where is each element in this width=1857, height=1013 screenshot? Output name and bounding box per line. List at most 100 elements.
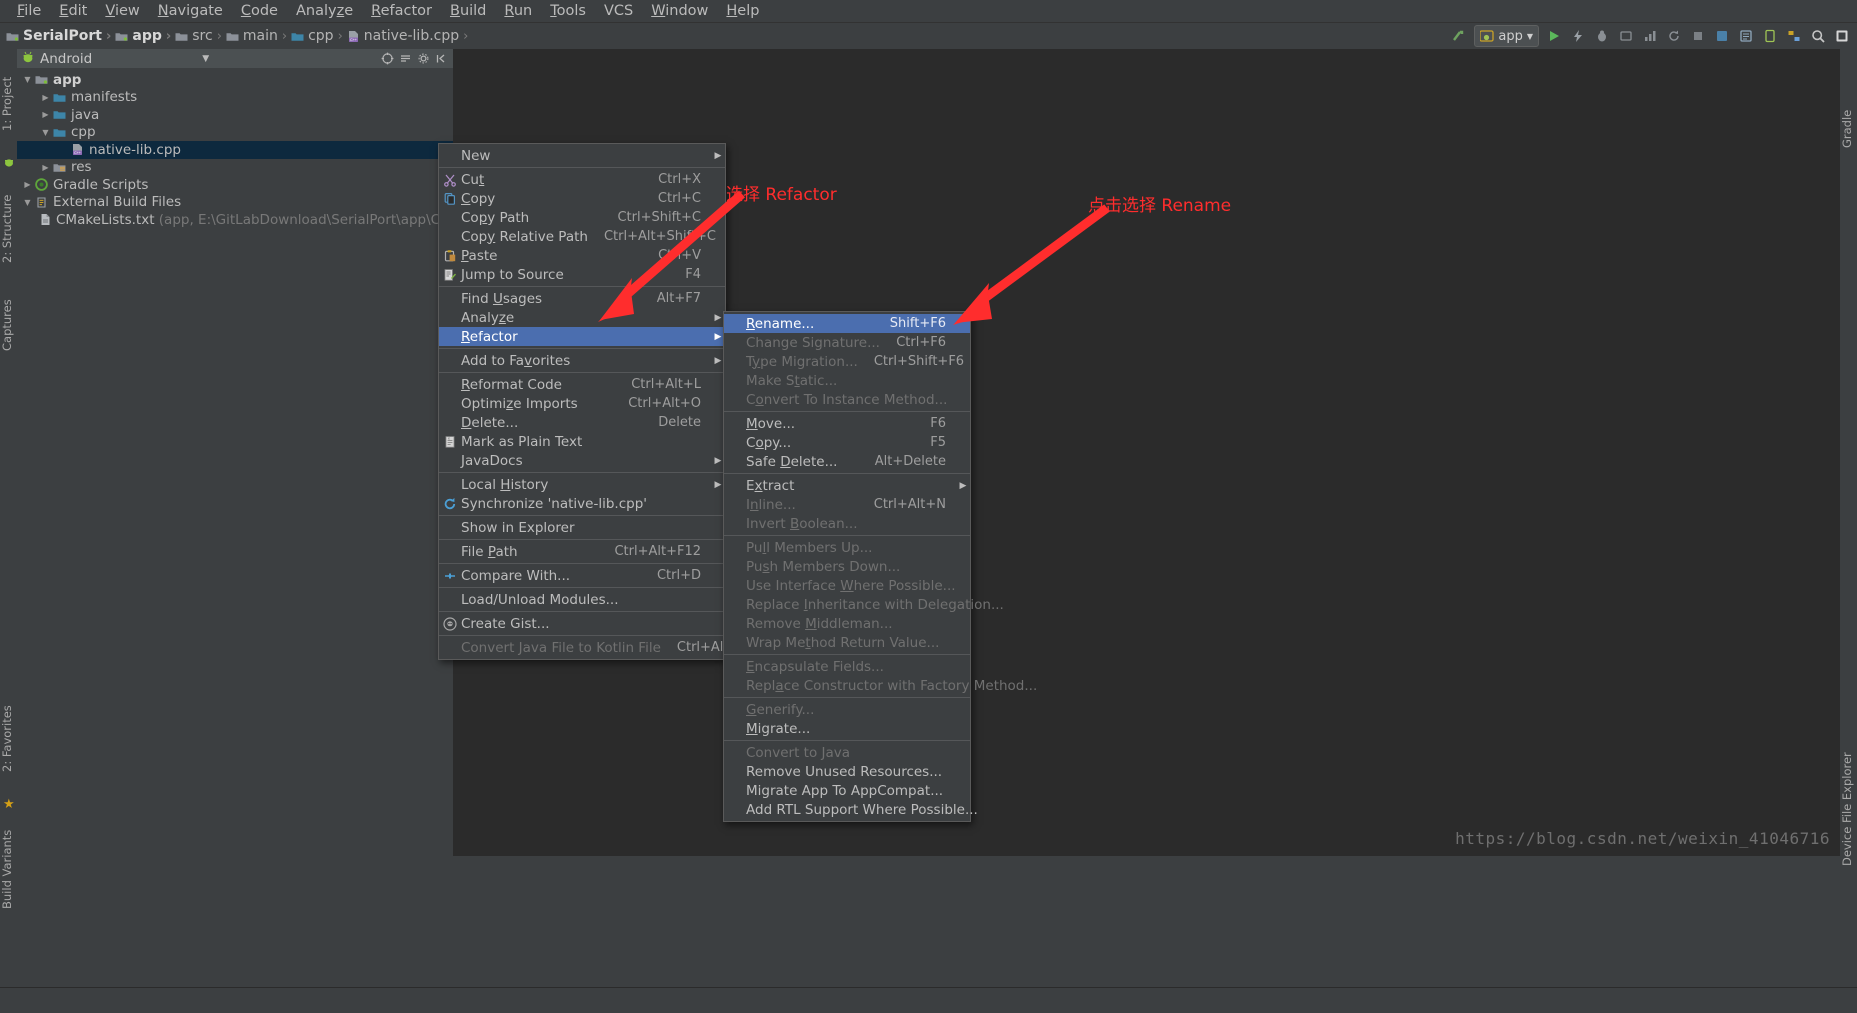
debug-icon[interactable] — [1593, 27, 1611, 45]
watermark-text: https://blog.csdn.net/weixin_41046716 — [1455, 829, 1830, 848]
breadcrumb-item-cpp[interactable]: cpp › — [291, 28, 347, 44]
menu-edit[interactable]: Edit — [50, 1, 96, 21]
menu-item-safe-delete[interactable]: Safe Delete... Alt+Delete — [724, 452, 970, 471]
menu-item-label: Delete... — [461, 414, 519, 431]
breadcrumb-item-main[interactable]: main › — [226, 28, 291, 44]
menu-item-extract[interactable]: Extract ▶ — [724, 476, 970, 495]
tree-node-external-build-files[interactable]: ▼ External Build Files — [17, 194, 453, 212]
tree-node-native-lib-cpp[interactable]: C++ native-lib.cpp — [17, 141, 453, 159]
layout-inspector-icon[interactable] — [1833, 27, 1851, 45]
menu-item-new[interactable]: New ▶ — [439, 146, 725, 165]
menu-code[interactable]: Code — [232, 1, 287, 21]
menu-item-create-gist[interactable]: Create Gist... — [439, 614, 725, 633]
android-monitor-icon[interactable] — [1713, 27, 1731, 45]
menu-item-file-path[interactable]: File Path Ctrl+Alt+F12 — [439, 542, 725, 561]
hide-panel-icon[interactable] — [433, 51, 449, 67]
menu-item-reformat-code[interactable]: Reformat Code Ctrl+Alt+L — [439, 375, 725, 394]
rail-item-structure[interactable]: 2: Structure — [0, 179, 17, 279]
left-tool-window-rail: 1: Project 2: Structure Captures 2: Favo… — [0, 49, 18, 909]
breadcrumb-item-native-lib-cpp[interactable]: C++ native-lib.cpp › — [347, 28, 473, 44]
tree-node-cmakelists-txt[interactable]: CMakeLists.txt (app, E:\GitLabDownload\S… — [17, 211, 534, 229]
menu-file[interactable]: File — [8, 1, 50, 21]
menu-item-migrate-app-to-appcompat[interactable]: Migrate App To AppCompat... — [724, 781, 970, 800]
menu-item-show-in-explorer[interactable]: Show in Explorer — [439, 518, 725, 537]
expand-toggle-icon[interactable]: ▼ — [21, 198, 34, 207]
menu-item-find-usages[interactable]: Find Usages Alt+F7 — [439, 289, 725, 308]
menu-item-copy[interactable]: Copy... F5 — [724, 433, 970, 452]
expand-toggle-icon[interactable]: ▶ — [39, 110, 52, 119]
collapse-all-icon[interactable] — [397, 51, 413, 67]
expand-toggle-icon[interactable]: ▶ — [39, 163, 52, 172]
menu-item-copy-path[interactable]: Copy Path Ctrl+Shift+C — [439, 208, 725, 227]
profile-icon[interactable] — [1641, 27, 1659, 45]
target-icon[interactable] — [379, 51, 395, 67]
menu-item-javadocs[interactable]: JavaDocs ▶ — [439, 451, 725, 470]
chevron-down-icon[interactable]: ▼ — [202, 54, 209, 64]
menu-item-optimize-imports[interactable]: Optimize Imports Ctrl+Alt+O — [439, 394, 725, 413]
menu-refactor[interactable]: Refactor — [362, 1, 441, 21]
breadcrumb-item-app[interactable]: app › — [115, 28, 175, 44]
menu-item-local-history[interactable]: Local History ▶ — [439, 475, 725, 494]
tree-node-manifests[interactable]: ▶ manifests — [17, 89, 453, 107]
menu-item-move[interactable]: Move... F6 — [724, 414, 970, 433]
menu-vcs[interactable]: VCS — [595, 1, 642, 21]
project-structure-icon[interactable] — [1785, 27, 1803, 45]
menu-item-synchronize-native-lib-cpp-[interactable]: Synchronize 'native-lib.cpp' — [439, 494, 725, 513]
breadcrumb-item-src[interactable]: src › — [175, 28, 226, 44]
menu-item-add-rtl-support-where-possible[interactable]: Add RTL Support Where Possible... — [724, 800, 978, 819]
breadcrumb-item-serialport[interactable]: SerialPort › — [6, 28, 115, 44]
menu-item-compare-with[interactable]: Compare With... Ctrl+D — [439, 566, 725, 585]
menu-tools[interactable]: Tools — [541, 1, 595, 21]
menu-item-analyze[interactable]: Analyze ▶ — [439, 308, 725, 327]
menu-build[interactable]: Build — [441, 1, 495, 21]
menu-window[interactable]: Window — [642, 1, 717, 21]
rail-item-favorites[interactable]: 2: Favorites — [0, 689, 17, 789]
sync-icon[interactable] — [1450, 27, 1468, 45]
menu-item-shortcut: Ctrl+Alt+L — [631, 377, 701, 392]
expand-toggle-icon[interactable]: ▼ — [39, 128, 52, 137]
refresh-icon[interactable] — [1665, 27, 1683, 45]
expand-toggle-icon[interactable]: ▶ — [21, 180, 34, 189]
menu-item-delete[interactable]: Delete... Delete — [439, 413, 725, 432]
menu-run[interactable]: Run — [495, 1, 541, 21]
attach-debugger-icon[interactable] — [1617, 27, 1635, 45]
avd-manager-icon[interactable] — [1761, 27, 1779, 45]
menu-item-copy-relative-path[interactable]: Copy Relative Path Ctrl+Alt+Shift+C — [439, 227, 725, 246]
tree-node-java[interactable]: ▶ java — [17, 106, 453, 124]
menu-item-mark-as-plain-text[interactable]: x Mark as Plain Text — [439, 432, 725, 451]
menu-item-refactor[interactable]: Refactor ▶ — [439, 327, 725, 346]
menu-navigate[interactable]: Navigate — [149, 1, 232, 21]
expand-toggle-icon[interactable]: ▼ — [21, 75, 34, 84]
rail-item-project[interactable]: 1: Project — [0, 59, 17, 149]
rail-item-build-variants[interactable]: Build Variants — [0, 814, 17, 924]
sdk-manager-icon[interactable] — [1737, 27, 1755, 45]
tree-node-gradle-scripts[interactable]: ▶ Gradle Scripts — [17, 176, 453, 194]
apply-changes-icon[interactable] — [1569, 27, 1587, 45]
run-configuration-selector[interactable]: app ▼ — [1474, 25, 1539, 47]
menu-item-migrate[interactable]: Migrate... — [724, 719, 970, 738]
menu-item-load-unload-modules[interactable]: Load/Unload Modules... — [439, 590, 725, 609]
menu-item-jump-to-source[interactable]: Jump to Source F4 — [439, 265, 725, 284]
search-icon[interactable] — [1809, 27, 1827, 45]
settings-gear-icon[interactable] — [415, 51, 431, 67]
menu-item-add-to-favorites[interactable]: Add to Favorites ▶ — [439, 351, 725, 370]
project-view-selector-label[interactable]: Android — [40, 51, 92, 67]
menu-item-rename[interactable]: Rename... Shift+F6 — [724, 314, 970, 333]
stop-icon[interactable] — [1689, 27, 1707, 45]
rail-item-gradle[interactable]: Gradle — [1840, 94, 1857, 164]
menu-item-label: Refactor — [461, 328, 518, 345]
tree-node-cpp[interactable]: ▼ cpp — [17, 124, 453, 142]
tree-node-res[interactable]: ▶ res — [17, 159, 453, 177]
menu-item-cut[interactable]: Cut Ctrl+X — [439, 170, 725, 189]
menu-item-remove-unused-resources[interactable]: Remove Unused Resources... — [724, 762, 970, 781]
menu-view[interactable]: View — [96, 1, 148, 21]
menu-help[interactable]: Help — [717, 1, 768, 21]
rail-item-device-file-explorer[interactable]: Device File Explorer — [1840, 729, 1857, 889]
menu-item-paste[interactable]: Paste Ctrl+V — [439, 246, 725, 265]
menu-analyze[interactable]: Analyze — [287, 1, 362, 21]
menu-item-copy[interactable]: Copy Ctrl+C — [439, 189, 725, 208]
run-icon[interactable] — [1545, 27, 1563, 45]
expand-toggle-icon[interactable]: ▶ — [39, 93, 52, 102]
tree-node-app[interactable]: ▼ app — [17, 71, 453, 89]
rail-item-captures[interactable]: Captures — [0, 289, 17, 361]
